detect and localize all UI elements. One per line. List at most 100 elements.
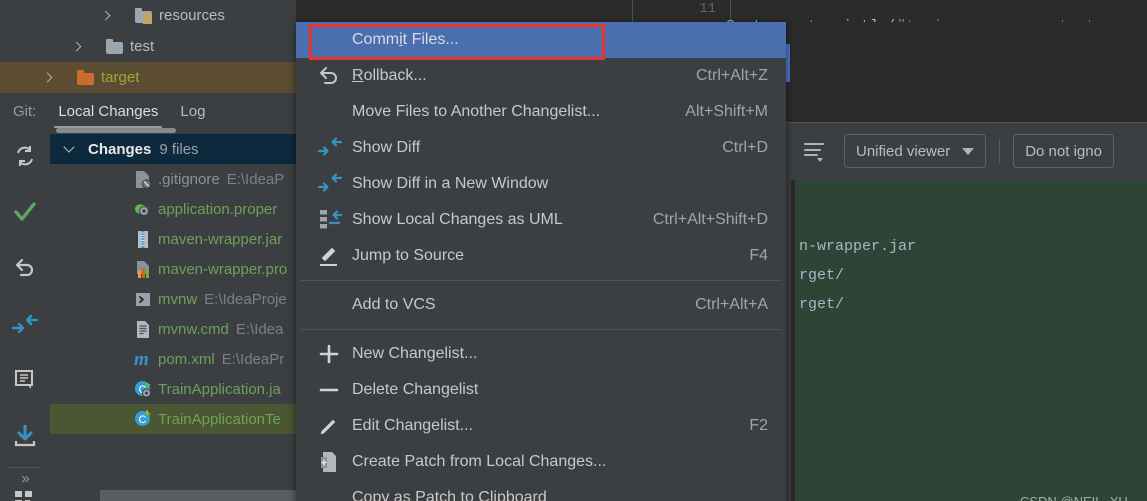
changed-file-row[interactable]: mvnw.cmd E:\Idea: [50, 314, 296, 344]
diff-settings-icon[interactable]: [804, 143, 824, 162]
chevron-right-icon[interactable]: [70, 40, 84, 54]
group-by-icon: [15, 491, 32, 501]
changed-file-row[interactable]: maven-wrapper.jar: [50, 224, 296, 254]
gutter-divider-left: [632, 0, 633, 22]
menu-item-show-diff-in-new-window[interactable]: Show Diff in a New Window: [296, 166, 786, 202]
file-name: .gitignore: [158, 170, 220, 188]
commit-button[interactable]: [0, 184, 50, 240]
diff-editor-background: [786, 22, 1147, 122]
svg-text:C: C: [139, 414, 147, 426]
rollback-button[interactable]: [0, 240, 50, 296]
comment-button[interactable]: [0, 352, 50, 408]
changelist-header[interactable]: Changes 9 files: [50, 134, 296, 164]
file-path: E:\Idea: [235, 320, 284, 338]
menu-item-shortcut: Ctrl+Alt+Shift+D: [652, 211, 768, 228]
menu-item-show-diff[interactable]: Show Diff Ctrl+D: [296, 130, 786, 166]
file-path: E:\IdeaP: [226, 170, 285, 188]
tree-item-label: target: [101, 69, 140, 86]
refresh-icon: [17, 146, 33, 166]
menu-item-label: Rollback...: [352, 67, 427, 84]
show-diff-icon: [317, 173, 343, 195]
menu-item-move-files-to-another-changelist[interactable]: Move Files to Another Changelist... Alt+…: [296, 94, 786, 130]
changelist-count: 9 files: [159, 140, 199, 158]
menu-item-label: Add to VCS: [352, 296, 436, 313]
tree-item-resources[interactable]: resources: [0, 0, 296, 31]
expand-toolbar-button[interactable]: »: [0, 470, 50, 487]
chevron-down-icon: [962, 147, 975, 155]
show-diff-button[interactable]: [0, 296, 50, 352]
menu-item-rollback[interactable]: Rollback... Ctrl+Alt+Z: [296, 58, 786, 94]
changed-file-row[interactable]: C TrainApplicationTe: [50, 404, 296, 434]
menu-item-label: Move Files to Another Changelist...: [352, 103, 601, 120]
script-file-icon: [134, 290, 152, 309]
menu-item-label: Edit Changelist...: [352, 417, 473, 434]
show-diff-icon: [317, 137, 343, 159]
ignore-whitespace-dropdown[interactable]: Do not igno: [1013, 134, 1114, 168]
menu-item-shortcut: Ctrl+Alt+A: [695, 296, 768, 313]
menu-item-delete-changelist[interactable]: Delete Changelist: [296, 372, 786, 408]
gitignore-file-icon: [134, 170, 152, 189]
shelve-button[interactable]: [0, 408, 50, 464]
changed-file-row[interactable]: mvnw E:\IdeaProje: [50, 284, 296, 314]
watermark: CSDN @NEIL_XU_: [1020, 494, 1135, 501]
changed-file-row[interactable]: maven-wrapper.pro: [50, 254, 296, 284]
chevron-right-icon[interactable]: [41, 71, 55, 85]
menu-item-copy-as-patch-to-clipboard[interactable]: Copy as Patch to Clipboard: [296, 480, 786, 501]
menu-separator: [300, 280, 782, 281]
tab-log[interactable]: Log: [180, 103, 205, 120]
menu-item-label: Show Diff in a New Window: [352, 175, 549, 192]
viewer-mode-label: Unified viewer: [856, 142, 951, 160]
horizontal-scrollbar-top[interactable]: [56, 128, 176, 133]
project-tree: resources test target: [0, 0, 296, 95]
diff-line: rget/: [799, 296, 845, 313]
menu-item-shortcut: Ctrl+Alt+Z: [695, 67, 768, 84]
properties-file-icon: [134, 200, 152, 219]
shelve-icon: [14, 425, 36, 447]
tree-item-label: test: [130, 38, 155, 55]
menu-item-add-to-vcs[interactable]: Add to VCS Ctrl+Alt+A: [296, 287, 786, 323]
folder-excluded-icon: [77, 69, 94, 85]
jar-file-icon: [134, 230, 152, 249]
menu-item-show-local-changes-as-uml[interactable]: Show Local Changes as UML Ctrl+Alt+Shift…: [296, 202, 786, 238]
menu-item-label: New Changelist...: [352, 345, 478, 362]
menu-item-edit-changelist[interactable]: Edit Changelist... F2: [296, 408, 786, 444]
plus-icon: [318, 343, 340, 365]
diff-line: rget/: [799, 267, 845, 284]
tree-item-target[interactable]: target: [0, 62, 296, 93]
tab-local-changes[interactable]: Local Changes: [54, 103, 163, 129]
changed-file-row[interactable]: application.proper: [50, 194, 296, 224]
menu-item-shortcut: F4: [749, 247, 768, 264]
changed-file-row[interactable]: .gitignore E:\IdeaP: [50, 164, 296, 194]
menu-item-new-changelist[interactable]: New Changelist...: [296, 336, 786, 372]
rollback-icon: [15, 258, 34, 277]
menu-item-create-patch[interactable]: Create Patch from Local Changes...: [296, 444, 786, 480]
file-path: E:\IdeaProje: [204, 290, 287, 308]
horizontal-scrollbar-bottom[interactable]: [100, 490, 296, 501]
commit-checkmark-icon: [14, 202, 36, 221]
changed-file-row[interactable]: m pom.xml E:\IdeaPr: [50, 344, 296, 374]
file-path: E:\IdeaPr: [221, 350, 285, 368]
file-name: TrainApplication.ja: [158, 380, 281, 398]
refresh-button[interactable]: [0, 128, 50, 184]
toolbar-divider: [9, 467, 41, 468]
menu-item-jump-to-source[interactable]: Jump to Source F4: [296, 238, 786, 274]
minus-icon: [318, 379, 340, 401]
changed-file-row[interactable]: C TrainApplication.ja: [50, 374, 296, 404]
git-label: Git:: [13, 103, 37, 120]
chevron-down-icon[interactable]: [64, 143, 76, 155]
menu-item-label: Copy as Patch to Clipboard: [352, 489, 547, 501]
file-name: maven-wrapper.pro: [158, 260, 288, 278]
folder-icon: [106, 38, 123, 54]
diff-selection-marker: [786, 44, 790, 82]
ignore-whitespace-label: Do not igno: [1025, 142, 1102, 160]
viewer-mode-dropdown[interactable]: Unified viewer: [844, 134, 987, 168]
folder-resources-icon: [135, 7, 152, 24]
tree-item-test[interactable]: test: [0, 31, 296, 62]
properties-file-icon: [134, 260, 152, 279]
diff-toolbar: Unified viewer Do not igno: [786, 123, 1147, 179]
menu-separator: [300, 329, 782, 330]
diff-content[interactable]: n-wrapper.jar rget/ rget/ CSDN @NEIL_XU_: [791, 180, 1147, 501]
chevron-right-icon[interactable]: [99, 9, 113, 23]
cmd-file-icon: [134, 320, 152, 339]
menu-item-commit-files[interactable]: Commit Files...: [296, 22, 786, 58]
